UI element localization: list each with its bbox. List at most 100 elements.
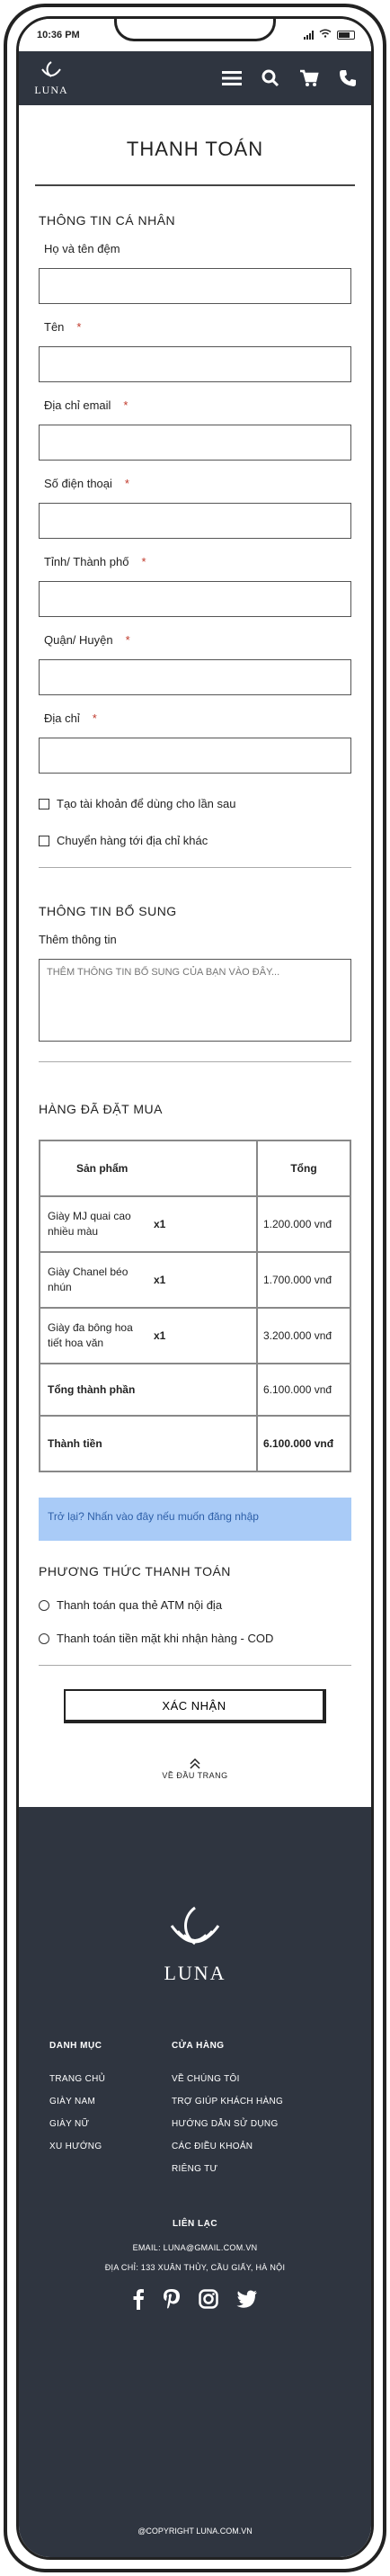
item-qty: x1 bbox=[154, 1218, 166, 1230]
payment-option-atm[interactable]: Thanh toán qua thẻ ATM nội địa bbox=[39, 1598, 351, 1612]
field-first-name: Họ và tên đệm bbox=[39, 242, 351, 304]
divider bbox=[39, 867, 351, 868]
order-table-header: Sản phẩm Tổng bbox=[39, 1140, 351, 1197]
phone-input[interactable] bbox=[39, 503, 351, 539]
ship-other-checkbox[interactable] bbox=[39, 835, 49, 846]
logo[interactable]: LUNA bbox=[33, 60, 69, 97]
required-mark: * bbox=[125, 633, 130, 647]
instagram-icon[interactable] bbox=[199, 2288, 218, 2309]
footer-columns: DANH MỤC TRANG CHỦ GIÀY NAM GIÀY NỮ XU H… bbox=[49, 2041, 341, 2187]
ship-other-option[interactable]: Chuyển hàng tới địa chỉ khác bbox=[39, 834, 351, 847]
pinterest-icon[interactable] bbox=[163, 2288, 181, 2310]
field-city: Tỉnh/ Thành phố * bbox=[39, 555, 351, 617]
order-table: Sản phẩm Tổng Giày MJ quai cao nhiều màu… bbox=[39, 1140, 351, 1472]
footer-link[interactable]: CÁC ĐIỀU KHOẢN bbox=[172, 2142, 283, 2151]
battery-icon bbox=[337, 30, 355, 40]
personal-info-section: THÔNG TIN CÁ NHÂN Họ và tên đệm Tên * Địa… bbox=[39, 213, 351, 868]
extra-info-textarea[interactable] bbox=[39, 959, 351, 1042]
payment-section: PHƯƠNG THỨC THANH TOÁN Thanh toán qua th… bbox=[39, 1564, 351, 1666]
facebook-icon[interactable] bbox=[132, 2288, 145, 2310]
footer-link[interactable]: XU HƯỚNG bbox=[49, 2142, 172, 2151]
field-label: Tên bbox=[44, 320, 65, 334]
subtotal-value: 6.100.000 vnđ bbox=[256, 1363, 351, 1417]
field-email: Địa chỉ email * bbox=[39, 398, 351, 461]
payment-option-label: Thanh toán qua thẻ ATM nội địa bbox=[57, 1598, 223, 1612]
col-total-header: Tổng bbox=[256, 1140, 351, 1197]
create-account-option[interactable]: Tạo tài khoản để dùng cho lần sau bbox=[39, 797, 351, 810]
footer-link[interactable]: GIÀY NAM bbox=[49, 2097, 172, 2106]
table-row: Giày MJ quai cao nhiều màu x1 1.200.000 v… bbox=[39, 1195, 351, 1253]
field-district: Quận/ Huyện * bbox=[39, 633, 351, 695]
grand-total-value: 6.100.000 vnđ bbox=[256, 1415, 351, 1472]
phone-icon[interactable] bbox=[339, 69, 357, 87]
footer-link[interactable]: HƯỚNG DẪN SỬ DỤNG bbox=[172, 2119, 283, 2129]
payment-option-cod[interactable]: Thanh toán tiền mặt khi nhận hàng - COD bbox=[39, 1632, 351, 1645]
last-name-input[interactable] bbox=[39, 346, 351, 382]
grand-total-row: Thành tiền 6.100.000 vnđ bbox=[39, 1415, 351, 1472]
double-chevron-up-icon bbox=[39, 1758, 351, 1771]
wifi-icon bbox=[319, 29, 332, 40]
email-input[interactable] bbox=[39, 425, 351, 461]
radio-button[interactable] bbox=[39, 1599, 49, 1611]
city-input[interactable] bbox=[39, 581, 351, 617]
order-title: HÀNG ĐÃ ĐẶT MUA bbox=[39, 1102, 163, 1116]
site-footer: LUNA DANH MỤC TRANG CHỦ GIÀY NAM GIÀY NỮ… bbox=[19, 1806, 371, 2557]
footer-col-categories: DANH MỤC TRANG CHỦ GIÀY NAM GIÀY NỮ XU H… bbox=[49, 2041, 172, 2187]
extra-info-section: THÔNG TIN BỔ SUNG Thêm thông tin bbox=[39, 904, 351, 1062]
item-name: Giày MJ quai cao nhiều màu bbox=[48, 1210, 131, 1238]
item-qty: x1 bbox=[154, 1274, 166, 1286]
col-product-header: Sản phẩm bbox=[39, 1140, 258, 1197]
field-label: Tỉnh/ Thành phố bbox=[44, 555, 129, 568]
footer-col-title: CỬA HÀNG bbox=[172, 2040, 225, 2051]
login-prompt[interactable]: Trở lại? Nhấn vào đây nếu muốn đăng nhập bbox=[39, 1498, 351, 1541]
address-input[interactable] bbox=[39, 738, 351, 774]
footer-logo-text: LUNA bbox=[164, 1961, 226, 1984]
submit-button[interactable]: XÁC NHẬN bbox=[64, 1689, 326, 1723]
field-label: Địa chỉ email bbox=[44, 398, 111, 412]
field-label: Họ và tên đệm bbox=[44, 242, 120, 255]
radio-button[interactable] bbox=[39, 1632, 49, 1644]
site-header: LUNA bbox=[19, 51, 371, 105]
subtotal-label: Tổng thành phần bbox=[39, 1363, 258, 1417]
create-account-checkbox[interactable] bbox=[39, 798, 49, 809]
signal-icon bbox=[304, 30, 314, 40]
item-qty: x1 bbox=[154, 1329, 166, 1342]
footer-link[interactable]: GIÀY NỮ bbox=[49, 2119, 172, 2129]
footer-link[interactable]: RIÊNG TƯ bbox=[172, 2164, 283, 2174]
twitter-icon[interactable] bbox=[236, 2290, 258, 2308]
divider bbox=[39, 1665, 351, 1666]
page-title: THANH TOÁN bbox=[35, 138, 355, 186]
back-to-top-label: VỀ ĐẦU TRANG bbox=[162, 1770, 228, 1780]
header-icons bbox=[222, 69, 357, 87]
divider bbox=[39, 1061, 351, 1062]
district-input[interactable] bbox=[39, 659, 351, 695]
field-last-name: Tên * bbox=[39, 320, 351, 382]
search-icon[interactable] bbox=[261, 69, 279, 87]
menu-icon[interactable] bbox=[222, 70, 242, 86]
order-section: HÀNG ĐÃ ĐẶT MUA Sản phẩm Tổng Giày MJ qu… bbox=[39, 1102, 351, 1472]
payment-title: PHƯƠNG THỨC THANH TOÁN bbox=[39, 1564, 231, 1579]
grand-total-label: Thành tiền bbox=[39, 1415, 258, 1472]
required-mark: * bbox=[124, 477, 129, 490]
item-total: 1.700.000 vnđ bbox=[256, 1251, 351, 1309]
footer-link[interactable]: TRỢ GIÚP KHÁCH HÀNG bbox=[172, 2097, 283, 2106]
item-name: Giày đa bông hoa tiết hoa văn bbox=[48, 1321, 133, 1349]
required-mark: * bbox=[141, 555, 146, 568]
moon-logo-icon bbox=[170, 1906, 220, 1945]
notch bbox=[114, 19, 276, 41]
footer-link[interactable]: VỀ CHÚNG TÔI bbox=[172, 2074, 283, 2084]
item-name: Giày Chanel béo nhún bbox=[48, 1266, 129, 1293]
cart-icon[interactable] bbox=[299, 69, 319, 87]
extra-info-title: THÔNG TIN BỔ SUNG bbox=[39, 904, 177, 918]
payment-option-label: Thanh toán tiền mặt khi nhận hàng - COD bbox=[57, 1632, 274, 1645]
table-row: Giày đa bông hoa tiết hoa văn x1 3.200.00… bbox=[39, 1307, 351, 1364]
logo-text: LUNA bbox=[34, 83, 68, 96]
contact-email[interactable]: EMAIL: LUNA@GMAIL.COM.VN bbox=[49, 2243, 341, 2252]
first-name-input[interactable] bbox=[39, 268, 351, 304]
footer-link[interactable]: TRANG CHỦ bbox=[49, 2074, 172, 2084]
back-to-top[interactable]: VỀ ĐẦU TRANG bbox=[39, 1758, 351, 1780]
footer-col-store: CỬA HÀNG VỀ CHÚNG TÔI TRỢ GIÚP KHÁCH HÀN… bbox=[172, 2041, 283, 2187]
required-mark: * bbox=[123, 398, 129, 412]
footer-logo[interactable]: LUNA bbox=[49, 1807, 341, 1985]
required-mark: * bbox=[92, 711, 97, 725]
